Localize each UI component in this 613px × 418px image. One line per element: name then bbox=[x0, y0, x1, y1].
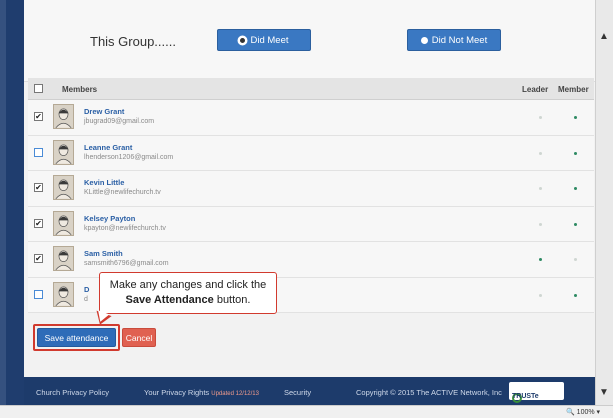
security-link[interactable]: Security bbox=[284, 388, 311, 397]
privacy-rights-link[interactable]: Your Privacy Rights Updated 12/12/13 bbox=[144, 388, 259, 397]
member-name[interactable]: Drew Grant bbox=[84, 107, 124, 116]
page-footer: Church Privacy Policy Your Privacy Right… bbox=[24, 377, 595, 405]
table-row[interactable]: ✔ Kevin Little KLittle@newlifechurch.tv bbox=[28, 171, 594, 207]
leader-indicator[interactable] bbox=[539, 116, 542, 119]
row-checkbox[interactable]: ✔ bbox=[34, 183, 43, 192]
table-header: Members Leader Member bbox=[28, 78, 594, 100]
member-email: d bbox=[84, 295, 88, 303]
select-all-checkbox[interactable] bbox=[34, 84, 43, 93]
zoom-value: 100% bbox=[576, 409, 595, 416]
avatar bbox=[53, 246, 74, 271]
leader-indicator[interactable] bbox=[539, 293, 542, 297]
member-name[interactable]: Leanne Grant bbox=[84, 143, 132, 152]
did-not-meet-button[interactable]: Did Not Meet bbox=[407, 29, 501, 51]
browser-status-bar: 🔍 100% ▾ bbox=[0, 405, 613, 418]
vertical-scrollbar[interactable] bbox=[595, 0, 613, 418]
avatar bbox=[53, 210, 74, 236]
callout-line1: Make any changes and click the bbox=[109, 279, 267, 291]
member-name[interactable]: Sam Smith bbox=[84, 249, 123, 258]
avatar bbox=[53, 104, 74, 129]
window-left-frame bbox=[0, 0, 6, 418]
truste-badge[interactable]: TRUSTe bbox=[509, 382, 564, 403]
member-email: samsmith6796@gmail.com bbox=[84, 260, 169, 267]
save-attendance-button[interactable]: Save attendance bbox=[37, 328, 116, 347]
member-email: KLittle@newlifechurch.tv bbox=[84, 189, 161, 196]
avatar bbox=[53, 175, 74, 200]
avatar bbox=[53, 139, 74, 165]
row-checkbox[interactable] bbox=[34, 147, 43, 157]
avatar bbox=[53, 281, 74, 307]
did-not-meet-label: Did Not Meet bbox=[431, 34, 488, 46]
callout-tail-text: button. bbox=[213, 294, 251, 306]
radio-unselected-icon bbox=[420, 36, 428, 44]
table-row[interactable]: ✔ Kelsey Payton kpayton@newlifechurch.tv bbox=[28, 206, 594, 242]
leader-indicator[interactable] bbox=[539, 187, 542, 190]
privacy-policy-link[interactable]: Church Privacy Policy bbox=[36, 388, 109, 397]
zoom-level[interactable]: 🔍 100% ▾ bbox=[566, 408, 600, 416]
header-member: Member bbox=[558, 85, 589, 94]
member-name[interactable]: Kelsey Payton bbox=[84, 214, 135, 223]
copyright-text: Copyright © 2015 The ACTIVE Network, Inc bbox=[356, 388, 502, 397]
leader-indicator[interactable] bbox=[539, 151, 542, 155]
row-checkbox[interactable]: ✔ bbox=[34, 254, 43, 263]
member-email: jbugrad09@gmail.com bbox=[84, 118, 155, 125]
member-email: lhenderson1206@gmail.com bbox=[84, 153, 174, 161]
header-leader: Leader bbox=[522, 85, 549, 94]
group-meet-row: This Group...... Did Meet Did Not Meet bbox=[24, 0, 598, 82]
callout-line2: Save Attendance button. bbox=[100, 293, 276, 308]
scroll-up-icon[interactable]: ▲ bbox=[597, 30, 611, 44]
row-checkbox[interactable]: ✔ bbox=[34, 218, 43, 228]
attendance-card: — — —, — —, This Group...... Did Meet Di… bbox=[24, 0, 598, 377]
did-meet-label: Did Meet bbox=[250, 34, 289, 46]
truste-label: TRUSTe bbox=[512, 393, 539, 400]
form-actions: Save attendance Cancel bbox=[24, 322, 598, 357]
privacy-updated: Updated 12/12/13 bbox=[211, 391, 259, 397]
leader-indicator[interactable] bbox=[539, 258, 542, 261]
did-meet-button[interactable]: Did Meet bbox=[217, 29, 311, 51]
row-checkbox[interactable] bbox=[34, 289, 43, 299]
row-checkbox[interactable]: ✔ bbox=[34, 112, 43, 121]
member-indicator[interactable] bbox=[574, 258, 577, 261]
cancel-button[interactable]: Cancel bbox=[122, 328, 156, 347]
member-indicator[interactable] bbox=[574, 222, 577, 226]
header-members: Members bbox=[62, 85, 98, 94]
member-indicator[interactable] bbox=[574, 151, 577, 155]
member-indicator[interactable] bbox=[574, 116, 577, 119]
table-row[interactable]: ✔ Drew Grant jbugrad09@gmail.com bbox=[28, 100, 594, 136]
instruction-callout: Make any changes and click the Save Atte… bbox=[99, 272, 277, 314]
member-indicator[interactable] bbox=[574, 293, 577, 297]
member-name[interactable]: D bbox=[84, 285, 89, 294]
privacy-rights-text: Your Privacy Rights bbox=[144, 388, 210, 397]
scroll-down-icon[interactable]: ▼ bbox=[597, 386, 611, 400]
table-row[interactable]: Leanne Grant lhenderson1206@gmail.com bbox=[28, 135, 594, 171]
callout-bold: Save Attendance bbox=[125, 294, 214, 306]
member-indicator[interactable] bbox=[574, 187, 577, 190]
leader-indicator[interactable] bbox=[539, 222, 542, 226]
radio-selected-icon bbox=[239, 36, 247, 44]
member-name[interactable]: Kevin Little bbox=[84, 178, 124, 187]
member-email: kpayton@newlifechurch.tv bbox=[84, 224, 166, 232]
group-label: This Group...... bbox=[90, 34, 176, 49]
